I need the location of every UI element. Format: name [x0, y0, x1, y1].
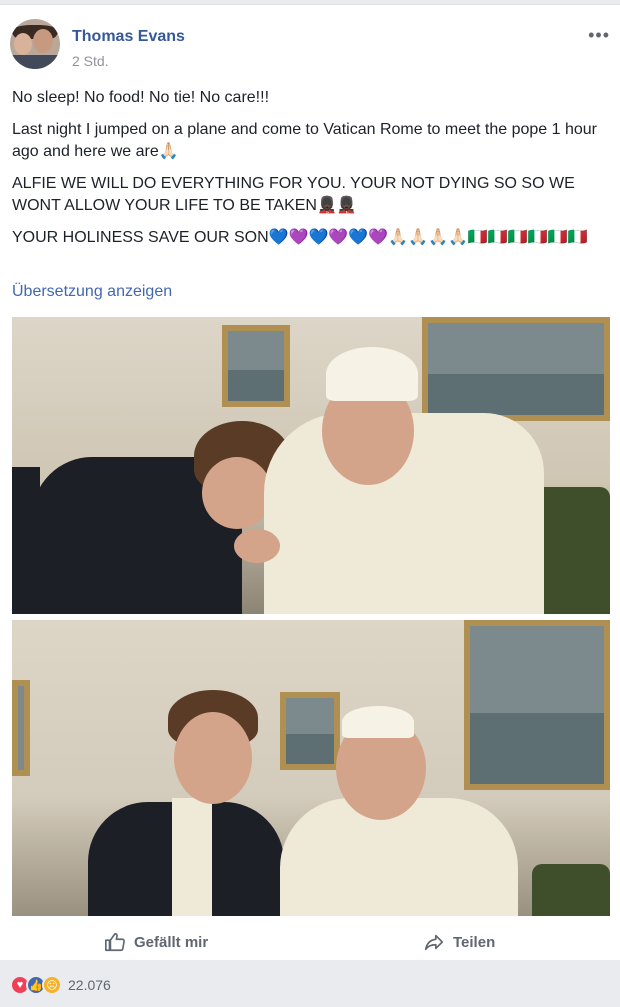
post-actions: Gefällt mir Teilen: [0, 917, 620, 965]
post-line: ALFIE WE WILL DO EVERYTHING FOR YOU. YOU…: [12, 175, 575, 214]
thumbs-up-icon: [105, 932, 125, 952]
post-line: YOUR HOLINESS SAVE OUR SON💙💜💙💜💙💜🙏🏻🙏🏻🙏🏻🙏🏻…: [12, 229, 588, 246]
share-label: Teilen: [453, 933, 496, 951]
post-photo-2[interactable]: [12, 620, 610, 916]
post-line: No sleep! No food! No tie! No care!!!: [12, 89, 270, 106]
sad-reaction-icon: ☹: [42, 975, 62, 995]
reaction-count: 22.076: [68, 977, 111, 993]
more-options-icon[interactable]: •••: [588, 25, 610, 46]
like-button[interactable]: Gefällt mir: [104, 931, 208, 953]
post-photo-1[interactable]: [12, 317, 610, 614]
post-timestamp[interactable]: 2 Std.: [72, 53, 109, 69]
post-header: Thomas Evans 2 Std. •••: [10, 19, 610, 75]
share-button[interactable]: Teilen: [423, 931, 495, 953]
author-name[interactable]: Thomas Evans: [72, 28, 185, 46]
translate-link[interactable]: Übersetzung anzeigen: [12, 283, 172, 301]
post-line: Last night I jumped on a plane and come …: [12, 121, 597, 160]
avatar[interactable]: [10, 19, 60, 69]
reactions-summary[interactable]: ♥ 👍 ☹ 22.076: [10, 975, 111, 995]
like-label: Gefällt mir: [134, 933, 209, 951]
post-card: Thomas Evans 2 Std. ••• No sleep! No foo…: [0, 4, 620, 960]
share-arrow-icon: [424, 934, 444, 951]
post-text: No sleep! No food! No tie! No care!!! La…: [12, 87, 608, 253]
